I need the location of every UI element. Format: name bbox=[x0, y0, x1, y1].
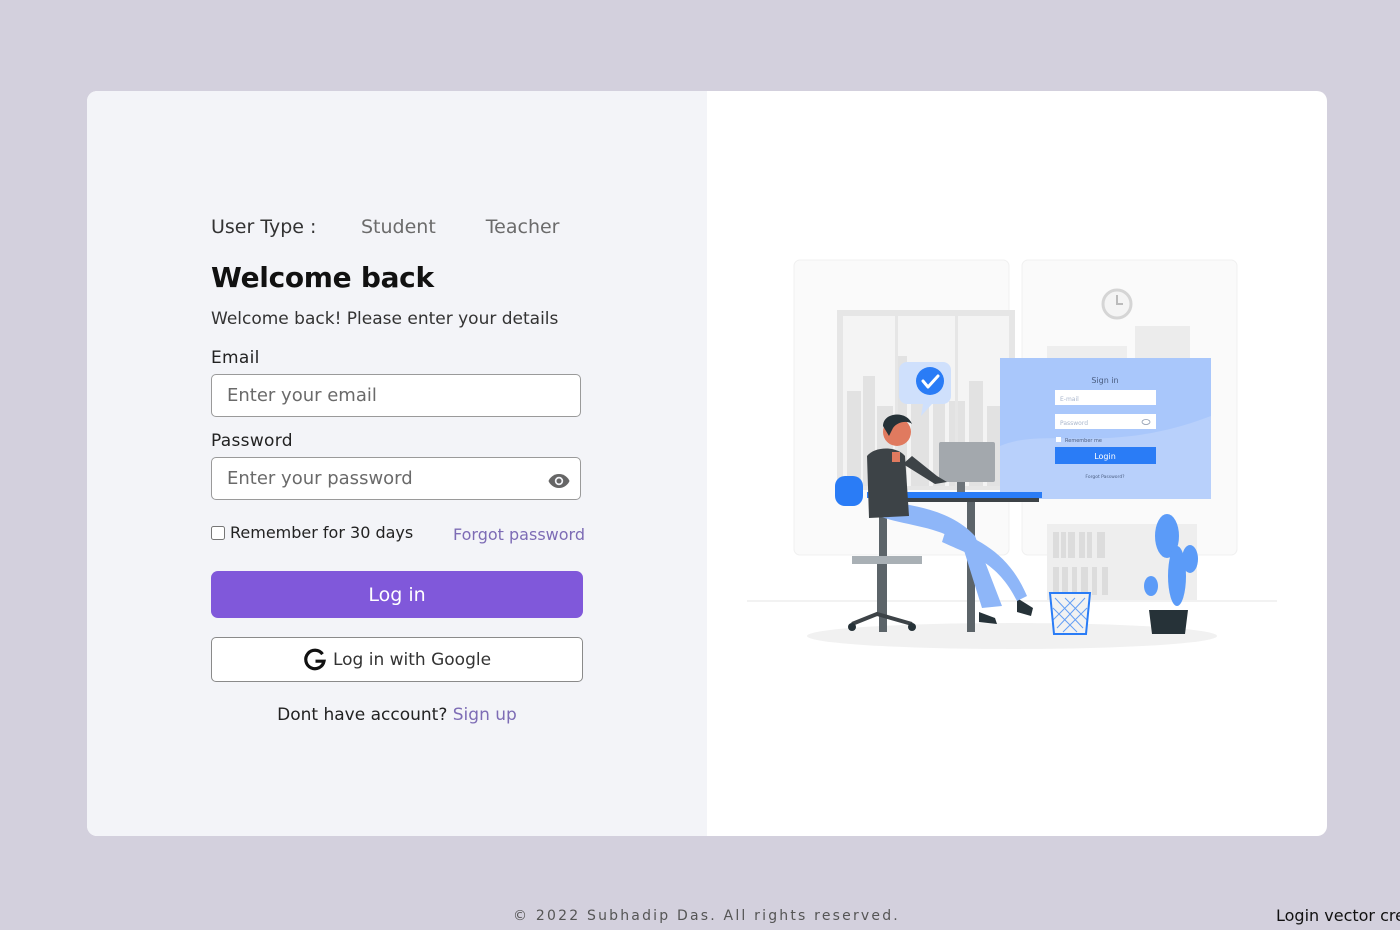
page-title: Welcome back bbox=[211, 261, 434, 294]
login-panel: User Type : Student Teacher Welcome back… bbox=[87, 91, 707, 836]
remember-label: Remember for 30 days bbox=[230, 523, 414, 542]
tab-student[interactable]: Student bbox=[361, 216, 436, 238]
signup-prompt: Dont have account? bbox=[277, 705, 448, 725]
remember-checkbox[interactable] bbox=[211, 525, 225, 540]
email-field[interactable] bbox=[211, 374, 581, 417]
footer-copyright: © 2022 Subhadip Das. All rights reserved… bbox=[513, 908, 900, 924]
illustration-login-button: Login bbox=[1094, 452, 1116, 461]
illustration-sign-in-title: Sign in bbox=[1091, 376, 1118, 385]
login-illustration: Sign in E-mail Password Remember me Logi… bbox=[747, 259, 1277, 649]
google-icon bbox=[304, 648, 326, 670]
user-type-selector: User Type : Student Teacher bbox=[211, 213, 610, 241]
eye-icon[interactable] bbox=[547, 469, 571, 493]
remember-option[interactable]: Remember for 30 days bbox=[211, 523, 413, 542]
google-login-label: Log in with Google bbox=[332, 649, 492, 670]
signup-link[interactable]: Sign up bbox=[453, 705, 517, 725]
login-button[interactable]: Log in bbox=[211, 571, 583, 618]
login-card: User Type : Student Teacher Welcome back… bbox=[87, 91, 1327, 836]
google-login-button[interactable]: Log in with Google bbox=[211, 637, 583, 682]
illustration-panel: Sign in E-mail Password Remember me Logi… bbox=[707, 91, 1327, 836]
forgot-password-link[interactable]: Forgot password bbox=[453, 525, 585, 544]
password-label: Password bbox=[211, 431, 293, 451]
email-label: Email bbox=[211, 348, 260, 368]
user-type-label: User Type : bbox=[211, 216, 317, 238]
tab-teacher[interactable]: Teacher bbox=[486, 216, 560, 238]
illustration-remember-label: Remember me bbox=[1065, 438, 1102, 444]
footer-credit[interactable]: Login vector crea bbox=[1276, 906, 1400, 925]
page-subtitle: Welcome back! Please enter your details bbox=[211, 309, 559, 329]
signup-row: Dont have account? Sign up bbox=[87, 705, 707, 725]
illustration-email-placeholder: E-mail bbox=[1060, 396, 1079, 403]
password-field[interactable] bbox=[211, 457, 581, 500]
illustration-password-placeholder: Password bbox=[1060, 420, 1088, 427]
illustration-forgot-label: Forgot Password? bbox=[1085, 474, 1125, 480]
